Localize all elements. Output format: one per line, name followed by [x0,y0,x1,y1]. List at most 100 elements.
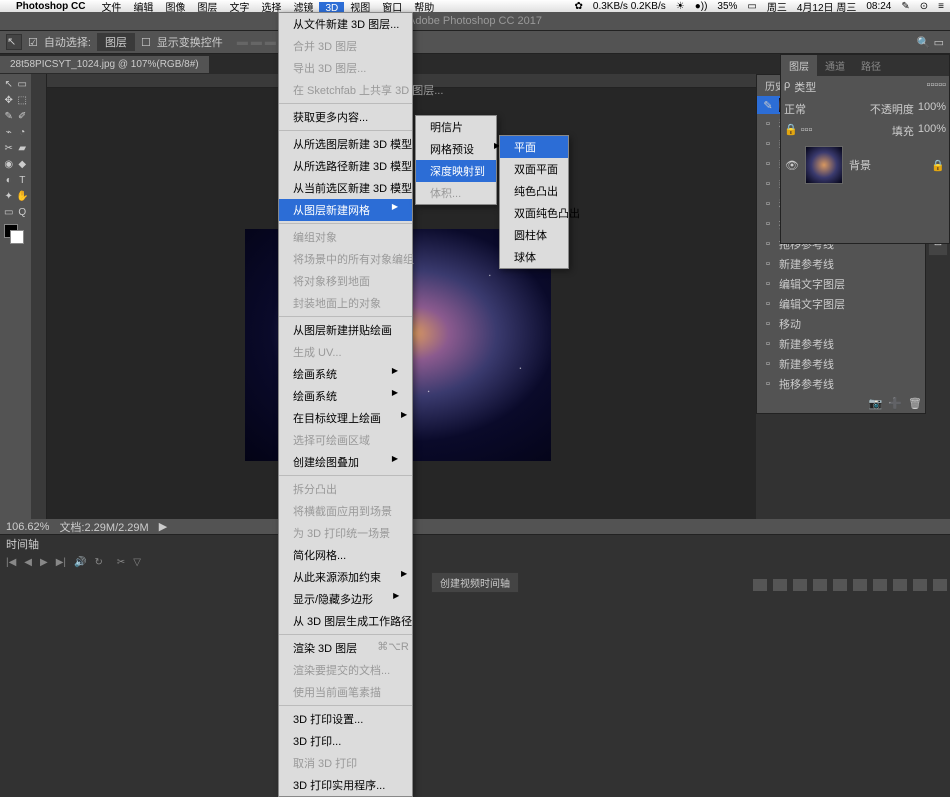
menu-item[interactable]: 拆分凸出 [279,478,412,500]
menu-item[interactable]: 从图层新建拼贴绘画 [279,319,412,341]
menu-item[interactable]: 将场景中的所有对象编组 [279,248,412,270]
new-icon[interactable]: ➕ [888,397,902,410]
tool-button[interactable]: ✎ [2,108,16,124]
menu-item[interactable]: 圆柱体 [500,224,568,246]
menu-图层[interactable]: 图层 [197,3,217,14]
menu-item[interactable]: 3D 打印实用程序... [279,774,412,796]
layer-dropdown[interactable]: 图层 [97,33,135,51]
tool-button[interactable]: ▰ [16,140,30,156]
create-timeline-button[interactable]: 创建视频时间轴 [431,572,519,593]
menu-item[interactable]: 合并 3D 图层 [279,35,412,57]
menu-item[interactable]: 将横截面应用到场景 [279,500,412,522]
history-step[interactable]: ▫编辑文字图层 [757,294,925,314]
menu-item[interactable]: 从所选图层新建 3D 模型 [279,133,412,155]
menu-item[interactable]: 为 3D 打印统一场景 [279,522,412,544]
bottom-icon[interactable] [753,579,767,591]
eye-icon[interactable]: 👁 [785,159,799,172]
play-icon[interactable]: ▶ [40,557,48,568]
next-frame-icon[interactable]: ▶| [56,557,66,568]
menu-图像[interactable]: 图像 [165,3,185,14]
menu-item[interactable]: 将对象移到地面 [279,270,412,292]
menu-item[interactable]: 纯色凸出 [500,180,568,202]
layer-thumbnail[interactable] [805,146,843,184]
tool-button[interactable]: ✂ [2,140,16,156]
menu-item[interactable]: 从所选路径新建 3D 模型 [279,155,412,177]
first-frame-icon[interactable]: |◀ [6,557,16,568]
menu-item[interactable]: 绘画系统 [279,363,412,385]
tool-button[interactable]: ◉ [2,156,16,172]
menu-item[interactable]: 绘画系统 [279,385,412,407]
menu-item[interactable]: 体积... [416,182,496,204]
menu-item[interactable]: 简化网格... [279,544,412,566]
history-step[interactable]: ▫新建参考线 [757,334,925,354]
zoom-level[interactable]: 106.62% [6,521,49,533]
menu-item[interactable]: 导出 3D 图层... [279,57,412,79]
paths-tab[interactable]: 路径 [853,55,889,76]
loop-icon[interactable]: ↻ [94,557,102,568]
history-step[interactable]: ▫拖移参考线 [757,374,925,394]
menu-item[interactable]: 从图层新建网格 [279,199,412,221]
tool-button[interactable]: ⬚ [16,92,30,108]
prev-frame-icon[interactable]: ◀ [24,557,32,568]
menu-item[interactable]: 编组对象 [279,226,412,248]
bg-color[interactable] [10,230,24,244]
menu-item[interactable]: 从 3D 图层生成工作路径 [279,610,412,632]
menu-item[interactable]: 深度映射到 [416,160,496,182]
layer-name[interactable]: 背景 [849,157,871,173]
tool-button[interactable]: ▭ [2,204,16,220]
document-tab[interactable]: 28t58PICSYT_1024.jpg @ 107%(RGB/8#) [0,56,209,73]
snapshot-icon[interactable]: 📷 [869,397,883,410]
menu-item[interactable]: 平面 [500,136,568,158]
timeline-title[interactable]: 时间轴 [6,536,39,552]
menu-item[interactable]: 在 Sketchfab 上共享 3D 图层... [279,79,412,101]
menu-item[interactable]: 渲染要提交的文档... [279,659,412,681]
tool-button[interactable]: Q [16,204,30,220]
menu-item[interactable]: 选择可绘画区域 [279,429,412,451]
transition-icon[interactable]: ▽ [133,557,141,568]
tool-button[interactable]: ◐ [2,172,16,188]
menu-item[interactable]: 3D 打印... [279,730,412,752]
audio-icon[interactable]: 🔊 [74,557,86,568]
menu-item[interactable]: 3D 打印设置... [279,708,412,730]
history-step[interactable]: ▫新建参考线 [757,254,925,274]
menu-item[interactable]: 显示/隐藏多边形 [279,588,412,610]
tool-button[interactable]: ▭ [16,76,30,92]
menu-item[interactable]: 双面平面 [500,158,568,180]
trash-icon[interactable]: 🗑 [908,397,922,410]
menu-item[interactable]: 从此来源添加约束 [279,566,412,588]
menu-文件[interactable]: 文件 [101,3,121,14]
app-name[interactable]: Photoshop CC [16,1,85,12]
menu-item[interactable]: 封装地面上的对象 [279,292,412,314]
menu-item[interactable]: 从文件新建 3D 图层... [279,13,412,35]
menu-item[interactable]: 生成 UV... [279,341,412,363]
menu-item[interactable]: 创建绘图叠加 [279,451,412,473]
menu-item[interactable]: 取消 3D 打印 [279,752,412,774]
menu-item[interactable]: 使用当前画笔素描 [279,681,412,703]
menu-item[interactable]: 球体 [500,246,568,268]
menu-item[interactable]: 获取更多内容... [279,106,412,128]
tool-button[interactable]: ◔ [16,124,30,140]
menu-item[interactable]: 渲染 3D 图层⌘⌥R [279,637,412,659]
tool-button[interactable]: ✥ [2,92,16,108]
tool-button[interactable]: ⌁ [2,124,16,140]
tool-button[interactable]: ✦ [2,188,16,204]
tool-button[interactable]: ◆ [16,156,30,172]
menu-帮助[interactable]: 帮助 [414,3,434,14]
history-step[interactable]: ▫移动 [757,314,925,334]
tool-button[interactable]: ✐ [16,108,30,124]
menu-item[interactable]: 在目标纹理上绘画 [279,407,412,429]
tool-button[interactable]: T [16,172,30,188]
menu-编辑[interactable]: 编辑 [133,3,153,14]
tool-button[interactable]: ✋ [16,188,30,204]
cut-icon[interactable]: ✂ [117,557,125,568]
tool-button[interactable]: ↖ [2,76,16,92]
menu-item[interactable]: 明信片 [416,116,496,138]
menu-item[interactable]: 网格预设 [416,138,496,160]
layer-row[interactable]: 👁 背景 🔒 [781,142,949,188]
layers-tab[interactable]: 图层 [781,55,817,76]
menu-item[interactable]: 从当前选区新建 3D 模型 [279,177,412,199]
history-step[interactable]: ▫新建参考线 [757,354,925,374]
channels-tab[interactable]: 通道 [817,55,853,76]
menu-文字[interactable]: 文字 [229,3,249,14]
menu-item[interactable]: 双面纯色凸出 [500,202,568,224]
